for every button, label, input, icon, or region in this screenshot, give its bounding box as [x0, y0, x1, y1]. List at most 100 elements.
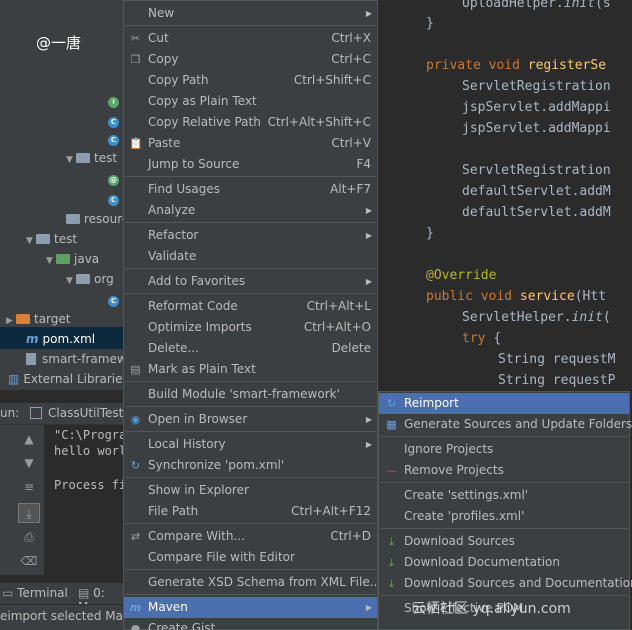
tree-row-org[interactable]: ▼ org [66, 269, 114, 289]
tab-label: Terminal [17, 586, 68, 600]
tree-row-interface[interactable]: I [108, 90, 119, 110]
menu-item-shortcut: Alt+F7 [330, 182, 371, 196]
menu-item-optimize-imports[interactable]: Optimize Imports Ctrl+Alt+O [124, 317, 377, 338]
menu-item-copy-relative-path[interactable]: Copy Relative Path Ctrl+Alt+Shift+C [124, 112, 377, 133]
menu-item-label: Reimport [404, 396, 459, 410]
menu-item-paste[interactable]: 📋 Paste Ctrl+V [124, 133, 377, 154]
console-line: Process fi [54, 478, 127, 492]
menu-item-find-usages[interactable]: Find Usages Alt+F7 [124, 179, 377, 200]
menu-item-delete[interactable]: Delete... Delete [124, 338, 377, 359]
maven-item-generate-sources-and-update-folders[interactable]: ▦ Generate Sources and Update Folders [379, 414, 632, 435]
menu-item-copy-path[interactable]: Copy Path Ctrl+Shift+C [124, 70, 377, 91]
maven-item-download-sources[interactable]: ⤓ Download Sources [379, 531, 629, 552]
wrap-icon[interactable]: ≡ [18, 477, 40, 497]
expand-arrow-icon: ▼ [26, 236, 33, 246]
code-line: ServletRegistration [462, 77, 611, 97]
menu-item-copy-as-plain-text[interactable]: Copy as Plain Text [124, 91, 377, 112]
code-token: ServletRegistration [462, 163, 611, 178]
code-token: } [426, 16, 434, 31]
menu-item-label: Cut [148, 31, 169, 45]
menu-item-copy[interactable]: ❐ Copy Ctrl+C [124, 49, 377, 70]
clear-icon[interactable]: ⌫ [18, 551, 40, 571]
menu-item-file-path[interactable]: File Path Ctrl+Alt+F12 [124, 501, 377, 522]
maven-item-create-settings-xml[interactable]: Create 'settings.xml' [379, 485, 629, 506]
menu-item-jump-to-source[interactable]: Jump to Source F4 [124, 154, 377, 175]
menu-item-reformat-code[interactable]: Reformat Code Ctrl+Alt+L [124, 296, 377, 317]
menu-item-show-in-explorer[interactable]: Show in Explorer [124, 480, 377, 501]
menu-item-create-gist[interactable]: ● Create Gist... [124, 618, 377, 630]
menu-item-compare-file-with-editor[interactable]: Compare File with Editor [124, 547, 377, 568]
menu-item-compare-with[interactable]: ⇄ Compare With... Ctrl+D [124, 526, 377, 547]
menu-item-shortcut: Ctrl+D [330, 529, 371, 543]
maven-item-download-sources-and-documentation[interactable]: ⤓ Download Sources and Documentation [379, 573, 632, 594]
code-line: jspServlet.addMappi [462, 98, 611, 118]
menu-item-label: Paste [148, 136, 181, 150]
menu-item-local-history[interactable]: Local History ▶ [124, 434, 377, 455]
menu-item-label: Mark as Plain Text [148, 362, 256, 376]
menu-item-label: Build Module 'smart-framework' [148, 387, 340, 401]
tab-terminal[interactable]: ▭ Terminal [2, 586, 68, 600]
maven-item-create-profiles-xml[interactable]: Create 'profiles.xml' [379, 506, 629, 527]
tree-row-class[interactable]: @ [108, 168, 119, 188]
menu-item-refactor[interactable]: Refactor ▶ [124, 225, 377, 246]
scroll-down-icon[interactable]: ▼ [18, 453, 40, 473]
tree-row-class[interactable]: C [108, 188, 119, 208]
generate-sources-and-update-folders-icon: ▦ [386, 418, 397, 431]
folder-icon [36, 234, 50, 244]
tree-row-class[interactable]: C [108, 289, 119, 309]
menu-item-open-in-browser[interactable]: ◉ Open in Browser ▶ [124, 409, 377, 430]
maven-item-ignore-projects[interactable]: Ignore Projects [379, 439, 629, 460]
maven-item-reimport[interactable]: ↻ Reimport [379, 393, 629, 414]
menu-item-generate-xsd-schema-from-xml-file[interactable]: Generate XSD Schema from XML File... [124, 572, 381, 593]
run-tab[interactable]: ClassUtilTest.g [48, 406, 135, 420]
code-token: (Htt [574, 289, 607, 304]
menu-item-shortcut: Ctrl+V [331, 136, 371, 150]
menu-item-new[interactable]: New ▶ [124, 3, 377, 24]
code-token: service [519, 289, 575, 304]
menu-item-label: Download Sources and Documentation [404, 576, 632, 590]
tree-row-test-root[interactable]: ▼ test [26, 229, 77, 249]
menu-item-cut[interactable]: ✂ Cut Ctrl+X [124, 28, 377, 49]
tree-row-module-file[interactable]: smart-framewo [26, 349, 134, 369]
expand-arrow-icon: ▼ [66, 276, 73, 286]
menu-item-label: Find Usages [148, 182, 221, 196]
code-token: UploadHelper. [462, 0, 564, 11]
menu-item-build-module-smart-framework[interactable]: Build Module 'smart-framework' [124, 384, 377, 405]
maven-item-remove-projects[interactable]: — Remove Projects [379, 460, 629, 481]
menu-item-synchronize-pom-xml[interactable]: ↻ Synchronize 'pom.xml' [124, 455, 377, 476]
menu-item-label: Open in Browser [148, 412, 248, 426]
tree-row-java[interactable]: ▼ java [46, 249, 99, 269]
code-token: public void [426, 289, 520, 304]
resources-folder-icon [66, 214, 80, 224]
code-token: ServletRegistration [462, 79, 611, 94]
tree-row-target[interactable]: ▶ target [6, 309, 71, 329]
tree-row-external-libraries[interactable]: ▥ External Libraries [8, 369, 129, 389]
run-toolbar: ▲ ▼ ≡ ⤓ ⎙ ⌫ [0, 425, 44, 575]
copy-icon: ❐ [130, 53, 141, 66]
code-token: jspServlet.addMappi [462, 121, 611, 136]
code-token: init [563, 0, 596, 11]
ide-window: @一唐 I C C ▼ test @ C resource ▼ test ▼ java… [0, 0, 632, 630]
open-in-browser-icon: ◉ [130, 413, 141, 426]
maven-item-download-documentation[interactable]: ⤓ Download Documentation [379, 552, 629, 573]
menu-item-mark-as-plain-text[interactable]: ▤ Mark as Plain Text [124, 359, 377, 380]
tree-row-test-folder[interactable]: ▼ test [66, 148, 117, 168]
run-config-icon [30, 407, 42, 419]
print-icon[interactable]: ⎙ [18, 527, 40, 547]
scroll-to-end-icon[interactable]: ⤓ [18, 503, 40, 523]
menu-item-analyze[interactable]: Analyze ▶ [124, 200, 377, 221]
menu-item-add-to-favorites[interactable]: Add to Favorites ▶ [124, 271, 377, 292]
scroll-up-icon[interactable]: ▲ [18, 429, 40, 449]
menu-item-label: Copy as Plain Text [148, 94, 257, 108]
code-token: registerSe [527, 58, 607, 73]
menu-item-validate[interactable]: Validate [124, 246, 377, 267]
maven-submenu: ↻ Reimport ▦ Generate Sources and Update Fo… [378, 391, 632, 630]
tree-row-pom[interactable]: m pom.xml [26, 329, 95, 349]
menu-item-maven[interactable]: m Maven ▶ [124, 597, 377, 618]
menu-item-label: Create Gist... [148, 621, 227, 630]
tree-row-class[interactable]: C [108, 128, 119, 148]
menu-item-shortcut: Ctrl+C [331, 52, 371, 66]
code-line: jspServlet.addMappi [462, 119, 611, 139]
menu-item-label: Copy Relative Path [148, 115, 261, 129]
tree-row-class[interactable]: C [108, 110, 119, 130]
